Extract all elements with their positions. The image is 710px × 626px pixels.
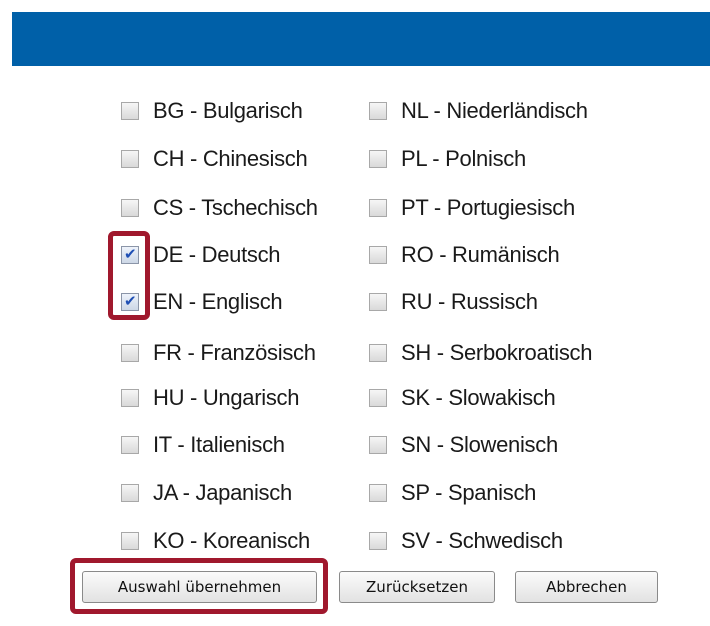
cancel-button[interactable]: Abbrechen [515,571,658,603]
language-label-it: IT - Italienisch [153,432,285,457]
language-label-de: DE - Deutsch [153,242,281,267]
checkbox-sh[interactable] [369,344,387,362]
language-label-fr: FR - Französisch [153,340,316,365]
checkbox-ja[interactable] [121,484,139,502]
language-label-bg: BG - Bulgarisch [153,98,303,123]
dialog-header-bar [12,12,710,66]
language-option-ja[interactable]: JA - Japanisch [121,478,292,508]
language-label-nl: NL - Niederländisch [401,98,588,123]
language-label-ro: RO - Rumänisch [401,242,560,267]
language-label-ja: JA - Japanisch [153,480,292,505]
language-option-ro[interactable]: RO - Rumänisch [369,240,560,270]
checkbox-ko[interactable] [121,532,139,550]
checkbox-pt[interactable] [369,199,387,217]
checkbox-bg[interactable] [121,102,139,120]
language-option-de[interactable]: ✔ DE - Deutsch [121,240,281,270]
language-label-pt: PT - Portugiesisch [401,195,575,220]
checkbox-sp[interactable] [369,484,387,502]
checkbox-pl[interactable] [369,150,387,168]
language-option-fr[interactable]: FR - Französisch [121,338,316,368]
language-option-nl[interactable]: NL - Niederländisch [369,96,588,126]
language-label-cs: CS - Tschechisch [153,195,318,220]
checkbox-sv[interactable] [369,532,387,550]
language-label-ch: CH - Chinesisch [153,146,308,171]
language-label-ru: RU - Russisch [401,289,538,314]
checkbox-ro[interactable] [369,246,387,264]
checkbox-nl[interactable] [369,102,387,120]
checkbox-ch[interactable] [121,150,139,168]
language-option-ko[interactable]: KO - Koreanisch [121,526,310,556]
language-label-hu: HU - Ungarisch [153,385,300,410]
checkbox-it[interactable] [121,436,139,454]
language-label-sp: SP - Spanisch [401,480,537,505]
language-label-sn: SN - Slowenisch [401,432,558,457]
language-label-sh: SH - Serbokroatisch [401,340,593,365]
language-option-ch[interactable]: CH - Chinesisch [121,144,308,174]
checkbox-fr[interactable] [121,344,139,362]
language-option-ru[interactable]: RU - Russisch [369,287,538,317]
language-option-sv[interactable]: SV - Schwedisch [369,526,563,556]
checkbox-sn[interactable] [369,436,387,454]
checkbox-sk[interactable] [369,389,387,407]
checkbox-hu[interactable] [121,389,139,407]
check-icon: ✔ [124,292,137,310]
language-option-sn[interactable]: SN - Slowenisch [369,430,558,460]
language-option-it[interactable]: IT - Italienisch [121,430,285,460]
check-icon: ✔ [124,245,137,263]
checkbox-de[interactable]: ✔ [121,245,139,264]
language-option-sk[interactable]: SK - Slowakisch [369,383,556,413]
language-option-hu[interactable]: HU - Ungarisch [121,383,299,413]
language-option-pt[interactable]: PT - Portugiesisch [369,193,575,223]
reset-button[interactable]: Zurücksetzen [339,571,495,603]
language-label-sv: SV - Schwedisch [401,528,563,553]
language-option-sh[interactable]: SH - Serbokroatisch [369,338,592,368]
language-label-ko: KO - Koreanisch [153,528,310,553]
language-label-pl: PL - Polnisch [401,146,526,171]
language-option-cs[interactable]: CS - Tschechisch [121,193,318,223]
language-label-sk: SK - Slowakisch [401,385,556,410]
language-option-bg[interactable]: BG - Bulgarisch [121,96,303,126]
language-label-en: EN - Englisch [153,289,283,314]
checkbox-cs[interactable] [121,199,139,217]
language-option-en[interactable]: ✔ EN - Englisch [121,287,283,317]
checkbox-en[interactable]: ✔ [121,292,139,311]
language-option-sp[interactable]: SP - Spanisch [369,478,536,508]
checkbox-ru[interactable] [369,293,387,311]
language-option-pl[interactable]: PL - Polnisch [369,144,526,174]
apply-selection-button[interactable]: Auswahl übernehmen [82,571,317,603]
